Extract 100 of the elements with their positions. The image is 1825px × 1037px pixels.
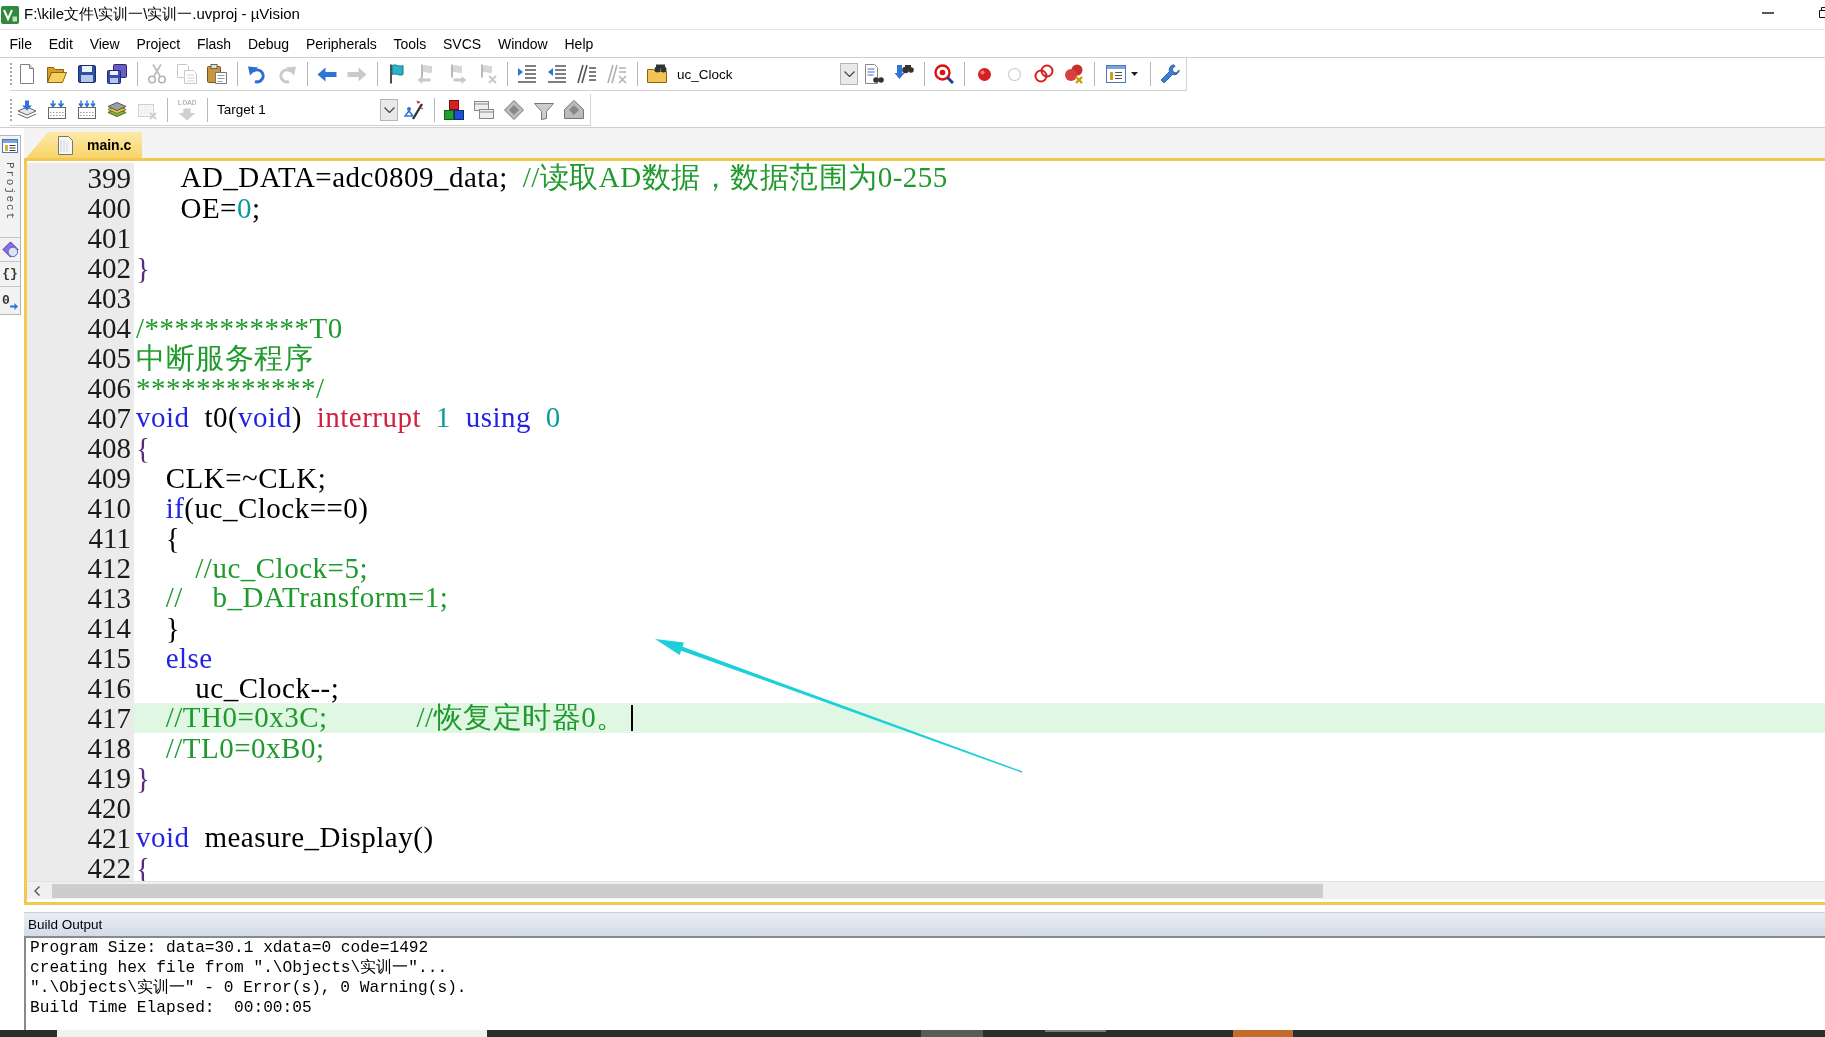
line-number: 419 (27, 763, 134, 793)
arrow-right-icon (9, 302, 18, 310)
code-line: } (136, 253, 151, 283)
line-number: 416 (27, 673, 134, 703)
code-line: } (136, 763, 151, 793)
menu-item[interactable]: Project (128, 33, 189, 54)
clipboard-icon (207, 64, 227, 84)
output-line: Build Time Elapsed: 00:00:05 (30, 998, 312, 1018)
code-line: if(uc_Clock==0) (165, 493, 369, 523)
line-number: 417 (27, 703, 134, 733)
flag-icon (390, 64, 404, 84)
scrollbar-thumb[interactable] (52, 883, 1323, 898)
line-number: 402 (27, 253, 134, 283)
chevron-left-icon (34, 885, 40, 896)
dots-cross-icon (1064, 64, 1084, 84)
output-line: ".\Objects\实训一" - 0 Error(s), 0 Warning(s). (30, 978, 467, 998)
chevron-down-icon (383, 106, 395, 113)
horizontal-scrollbar[interactable] (27, 881, 1825, 899)
line-number: 410 (27, 493, 134, 523)
line-number: 409 (27, 463, 134, 493)
layers-icon (107, 102, 127, 117)
line-number: 418 (27, 733, 134, 763)
comment-icon (577, 64, 597, 84)
line-number: 408 (27, 433, 134, 463)
windows-icon (474, 99, 494, 120)
rebuild-icon (77, 99, 97, 120)
project-window-icon (2, 139, 18, 153)
menu-item[interactable]: Edit (40, 33, 82, 54)
line-number: 399 (27, 163, 134, 193)
line-number: 422 (27, 853, 134, 881)
menu-item[interactable]: Debug (239, 33, 298, 54)
line-number: 405 (27, 343, 134, 373)
document-search-icon (864, 64, 884, 84)
left-arrow-icon (317, 66, 337, 82)
menu-item[interactable]: File (1, 33, 41, 54)
code-line: //TL0=0xB0; (165, 733, 325, 763)
folder-search-icon (647, 64, 667, 84)
dropdown-button[interactable] (380, 98, 398, 121)
diamond-icon (504, 99, 524, 120)
outdent-icon (547, 64, 567, 84)
window-icon (1106, 64, 1126, 84)
menu-item[interactable]: SVCS (434, 33, 490, 54)
save-all-icon (107, 64, 127, 84)
down-arrow-icon (177, 107, 197, 121)
minimize-button[interactable] (1762, 11, 1774, 14)
line-number: 415 (27, 643, 134, 673)
dropdown-button[interactable] (840, 63, 858, 85)
code-line: /***********T0 (136, 313, 343, 343)
menu-item[interactable]: Tools (385, 33, 435, 54)
project-tab[interactable]: Project (0, 136, 20, 238)
target-combo[interactable]: Target 1 (213, 97, 398, 122)
toolbar-grip[interactable] (10, 63, 13, 85)
output-line: Program Size: data=30.1 xdata=0 code=1492 (30, 938, 429, 958)
scissors-icon (147, 64, 167, 84)
menu-item[interactable]: Peripherals (297, 33, 386, 54)
translate-icon (17, 99, 37, 120)
window-title: F:\kile文件\实训一\实训一.uvproj - µVision (24, 5, 300, 24)
blocks-icon (444, 99, 464, 120)
redo-icon (277, 64, 297, 84)
code-line: CLK=~CLK; (165, 463, 327, 493)
line-number: 414 (27, 613, 134, 643)
menu-item[interactable]: Flash (188, 33, 240, 54)
open-folder-icon (47, 64, 67, 84)
code-line: //uc_Clock=5; (195, 553, 368, 583)
menu-item[interactable]: Help (556, 33, 602, 54)
copy-icon (177, 64, 197, 84)
line-number: 403 (27, 283, 134, 313)
line-number: 400 (27, 193, 134, 223)
restore-icon (1819, 7, 1825, 18)
output-line: creating hex file from ".\Objects\实训一"... (30, 958, 448, 978)
line-number: 412 (27, 553, 134, 583)
save-icon (77, 64, 97, 84)
uncomment-icon (607, 64, 627, 84)
new-file-icon (20, 64, 34, 84)
taskbar-search-field[interactable] (57, 1030, 487, 1037)
code-line: ************/ (136, 373, 325, 403)
file-icon (58, 135, 73, 155)
indent-icon (517, 64, 537, 84)
restore-button[interactable] (1819, 7, 1825, 18)
line-number: 421 (27, 823, 134, 853)
menu-item[interactable]: Window (489, 33, 557, 54)
text-cursor (630, 705, 633, 731)
pack-icon (564, 99, 584, 120)
dot-icon (977, 67, 991, 81)
line-number: 401 (27, 223, 134, 253)
code-line: OE=0; (180, 193, 261, 223)
minimize-icon (1762, 11, 1774, 14)
toolbar-grip[interactable] (10, 98, 13, 121)
caret-icon (1131, 72, 1138, 76)
magnifier-icon (934, 64, 954, 84)
file-tab[interactable]: main.c (26, 132, 143, 158)
find-combo[interactable]: uc_Clock (673, 62, 858, 86)
menu-item[interactable]: View (81, 33, 129, 54)
code-line: void measure_Display() (136, 821, 434, 855)
books-icon (1, 240, 19, 258)
line-number: 407 (27, 403, 134, 433)
code-line: 中断服务程序 (136, 343, 313, 373)
code-line: void t0(void) interrupt 1 using 0 (136, 401, 561, 435)
line-number: 411 (27, 523, 134, 553)
code-line: } (165, 613, 181, 643)
